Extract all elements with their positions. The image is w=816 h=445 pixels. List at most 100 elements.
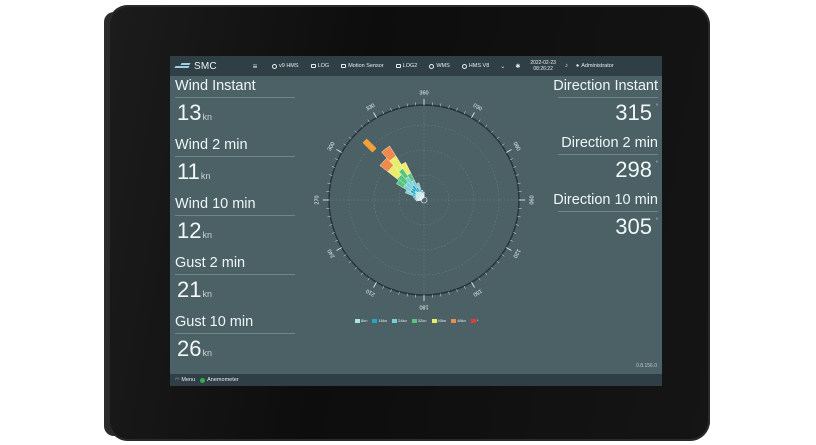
legend-label: 32kn xyxy=(417,318,427,323)
metric-label: Gust 10 min xyxy=(175,314,254,330)
rose-tick xyxy=(506,149,512,153)
hamburger-icon[interactable]: ≡ xyxy=(250,62,260,71)
value-number: 305 xyxy=(615,214,652,239)
tab-log2[interactable]: LOG2 xyxy=(390,56,424,76)
tab-label: WMS xyxy=(436,63,450,69)
rose-tick xyxy=(496,260,500,264)
rose-tick xyxy=(360,272,364,276)
rose-tick xyxy=(478,277,481,281)
metric-value: 13kn xyxy=(177,100,212,126)
value-number: 298 xyxy=(615,157,652,182)
rose-tick xyxy=(354,266,358,270)
rose-petal xyxy=(415,200,419,202)
gear-icon[interactable]: ✱ xyxy=(510,63,525,70)
tab-label: HMS V8 xyxy=(468,63,490,69)
rose-petal xyxy=(423,193,425,199)
metric-value: 26kn xyxy=(177,336,212,362)
legend-swatch xyxy=(451,318,457,323)
metric-label: Direction Instant xyxy=(553,78,658,94)
tab-wms[interactable]: WMS xyxy=(423,56,455,76)
menu-label: Menu xyxy=(181,377,196,383)
tab-motion-sensor[interactable]: Motion Sensor xyxy=(335,56,389,76)
rose-tick xyxy=(478,119,481,123)
rose-tick xyxy=(506,247,512,251)
metric-value: 21kn xyxy=(177,277,212,303)
menu-button[interactable]: ◠ Menu xyxy=(175,377,195,383)
rose-tick xyxy=(348,136,352,140)
compass-icon xyxy=(429,63,435,69)
legend-label: 24kn xyxy=(398,318,407,323)
value-number: 13 xyxy=(177,100,202,125)
rose-tick xyxy=(343,254,347,257)
rose-tick xyxy=(336,149,342,153)
metric-wind-instant: Wind Instant 13kn xyxy=(175,78,300,137)
metric-gust-10min: Gust 10 min 26kn xyxy=(175,314,300,373)
tab-label: LOG xyxy=(317,63,330,69)
rose-tick-label: 180 xyxy=(419,304,428,310)
rose-tick-label: 360 xyxy=(419,90,428,96)
version-text: 0.8.156.0 xyxy=(636,363,657,369)
chart-icon xyxy=(341,64,347,68)
chevron-down-icon[interactable]: ⌄ xyxy=(495,63,510,70)
metric-direction-10min: Direction 10 min 305 ° xyxy=(528,192,658,249)
wifi-icon: ◠ xyxy=(175,377,180,383)
user-icon: ● xyxy=(575,63,580,69)
rose-tick-label: 270 xyxy=(314,195,320,204)
logo-text: SMC xyxy=(194,60,217,72)
wind-direction-panel: Direction Instant 315 ° Direction 2 min … xyxy=(528,78,658,249)
legend-label: 40kn xyxy=(437,318,447,323)
rose-tick xyxy=(373,112,377,118)
legend-swatch xyxy=(392,318,398,323)
value-unit: kn xyxy=(202,112,212,122)
metric-direction-2min: Direction 2 min 298 ° xyxy=(528,135,658,192)
metric-label: Direction 2 min xyxy=(561,135,658,151)
tab-log[interactable]: LOG xyxy=(305,56,336,76)
rose-tick-label: 300 xyxy=(327,141,337,152)
rose-tick xyxy=(367,277,370,281)
top-bar: SMC ≡ v9 HMS LOG Motion Sensor LOG2 WMS … xyxy=(170,56,662,76)
bell-icon[interactable]: ♪ xyxy=(561,63,572,69)
rose-tick-label: 060 xyxy=(511,141,521,152)
rose-petal xyxy=(417,199,423,202)
user-name: Administrator xyxy=(581,63,614,69)
legend-item: 8kn xyxy=(355,318,367,323)
divider xyxy=(558,154,658,155)
logo[interactable]: SMC xyxy=(175,61,250,72)
logo-mark-icon xyxy=(175,63,191,70)
rose-tick xyxy=(484,124,488,128)
metric-label: Direction 10 min xyxy=(553,192,658,208)
divider xyxy=(558,97,658,98)
metric-value: 12kn xyxy=(177,218,212,244)
rose-tick-label: 150 xyxy=(472,287,483,297)
rose-petal xyxy=(423,191,425,195)
divider xyxy=(175,97,295,98)
rose-tick xyxy=(471,112,475,118)
wind-speed-panel: Wind Instant 13kn Wind 2 min 11kn Wind 1… xyxy=(175,78,300,373)
date-time: 2022-02-23 08:26:22 xyxy=(525,60,561,72)
rose-tick-label: 240 xyxy=(327,248,337,259)
rose-tick-label: 210 xyxy=(365,287,376,297)
rose-tick-label: 030 xyxy=(472,103,483,113)
value-unit: kn xyxy=(202,230,212,240)
wind-rose: 360030060090120150180210240270300330 xyxy=(314,90,533,310)
metric-wind-2min: Wind 2 min 11kn xyxy=(175,137,300,196)
value-unit: ° xyxy=(655,218,658,224)
divider xyxy=(175,333,295,334)
gauge-icon xyxy=(461,63,467,69)
legend-item: 32kn xyxy=(411,318,427,323)
rose-tick xyxy=(343,143,347,146)
legend-label: 8kn xyxy=(361,318,368,323)
tab-hms-v8[interactable]: HMS V8 xyxy=(456,56,495,76)
rose-tick xyxy=(373,282,377,288)
user-menu[interactable]: ● Administrator xyxy=(572,63,618,69)
tab-v9-hms[interactable]: v9 HMS xyxy=(266,56,305,76)
legend-item: * xyxy=(470,318,478,323)
legend-item: 24kn xyxy=(392,318,407,323)
chart-icon xyxy=(310,64,316,68)
legend-swatch xyxy=(372,318,378,323)
sensor-status[interactable]: Anemometer xyxy=(200,377,239,383)
divider xyxy=(558,211,658,212)
value-number: 21 xyxy=(177,277,202,302)
legend-swatch xyxy=(431,318,437,323)
rose-tick xyxy=(490,266,494,270)
